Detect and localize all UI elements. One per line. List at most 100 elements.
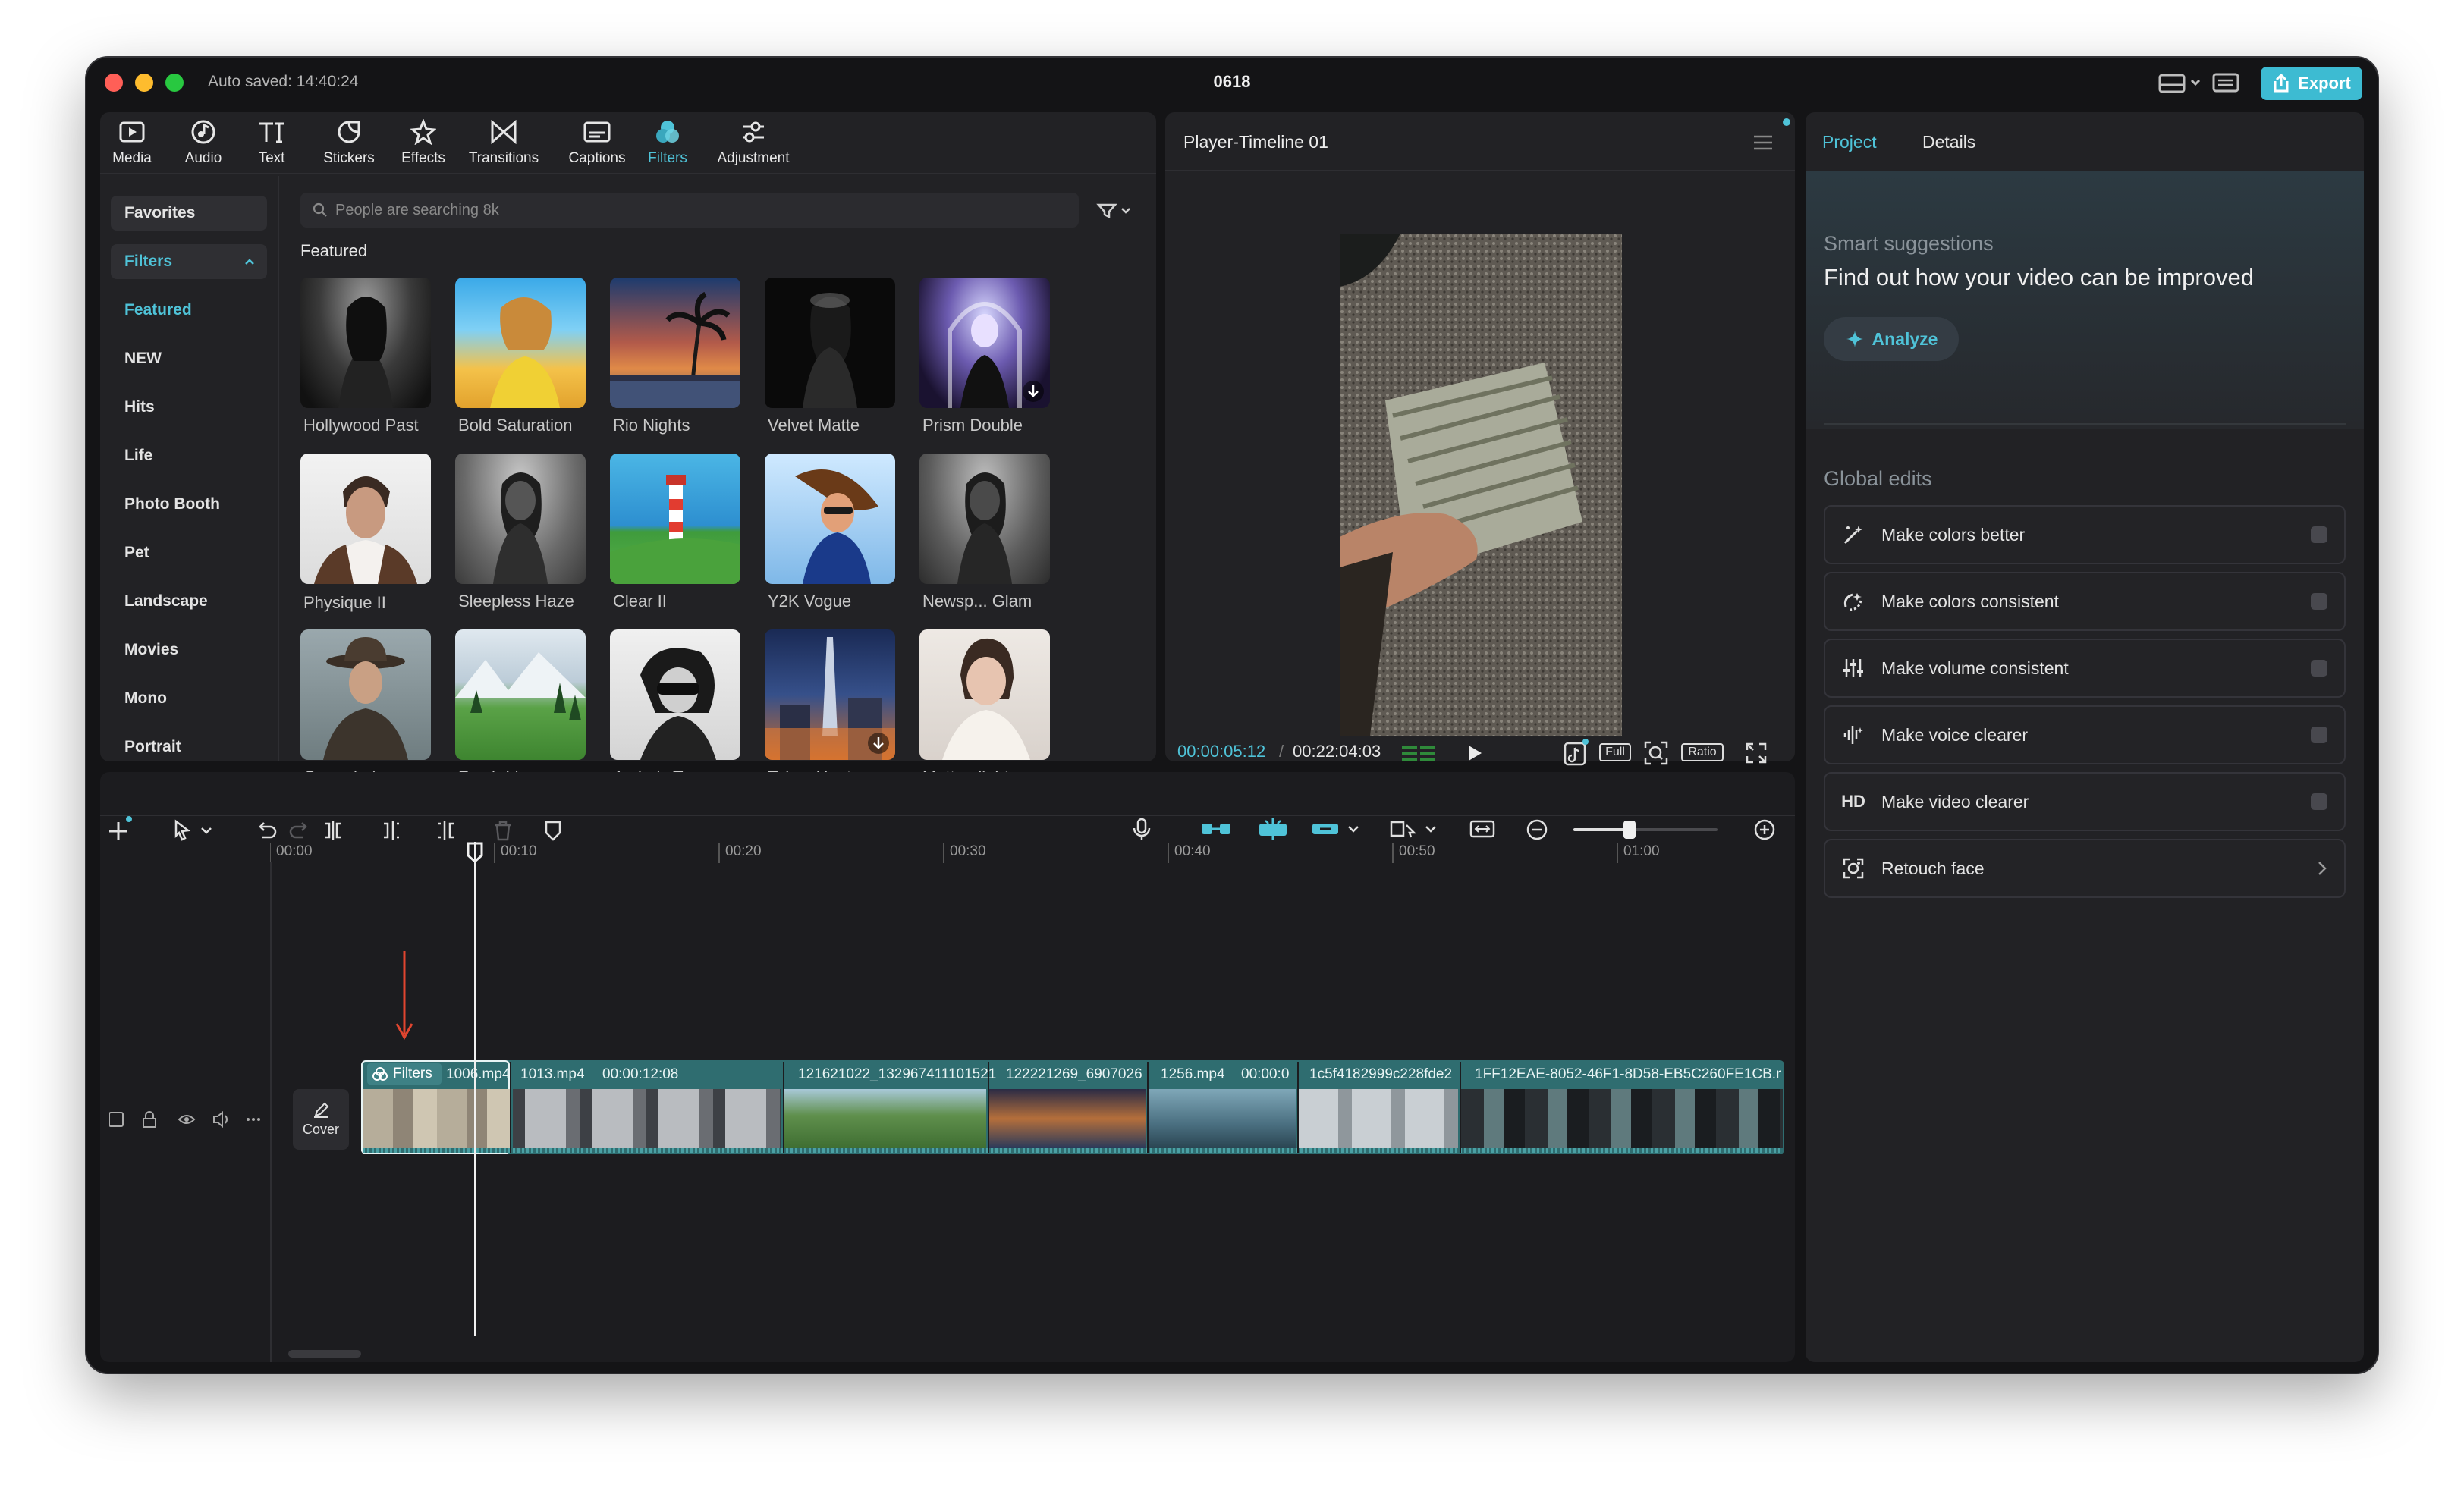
zoom-slider[interactable]	[1573, 821, 1718, 839]
ruler-tick: 00:40	[1174, 843, 1211, 859]
filter-thumb-oppenheimer[interactable]	[300, 629, 431, 760]
tool-filters[interactable]: Filters	[642, 112, 693, 173]
timeline-ruler[interactable]	[270, 837, 1790, 863]
smart-label: Smart suggestions	[1824, 232, 1994, 255]
edit-make-colors-consistent[interactable]: Make colors consistent	[1824, 572, 2346, 631]
clip-name: 121621022_132967411101521	[798, 1066, 997, 1082]
zoom-fit-button[interactable]	[1643, 740, 1669, 766]
tool-adjustment[interactable]: Adjustment	[712, 112, 795, 173]
clip-thumbnail	[784, 1089, 986, 1148]
layout-icon[interactable]	[2158, 70, 2203, 96]
title-bar: Auto saved: 14:40:24 0618 Export	[86, 58, 2378, 108]
edit-toggle[interactable]	[2311, 660, 2327, 677]
filter-thumb-rio-nights[interactable]	[610, 278, 740, 408]
filter-thumb-y2k-vogue[interactable]	[765, 454, 895, 584]
filter-thumb-hollywood-past[interactable]	[300, 278, 431, 408]
filter-thumb-archaic-terror[interactable]	[610, 629, 740, 760]
tab-details[interactable]: Details	[1922, 132, 1975, 152]
clip-duration: 00:00:0	[1241, 1066, 1290, 1082]
sidebar-item-mono[interactable]: Mono	[111, 681, 267, 716]
hd-icon: HD	[1841, 792, 1865, 811]
filter-search-input[interactable]: People are searching 8k	[300, 193, 1079, 228]
tool-stickers[interactable]: Stickers	[317, 112, 381, 173]
sidebar-item-new[interactable]: NEW	[111, 341, 267, 376]
select-tool-button[interactable]	[171, 819, 220, 842]
filter-label: Newsp... Glam	[922, 592, 1032, 611]
fullscreen-button[interactable]	[1745, 742, 1768, 764]
playhead-handle[interactable]	[467, 842, 483, 863]
filter-thumb-sleepless-haze[interactable]	[455, 454, 586, 584]
add-track-button[interactable]	[106, 816, 132, 842]
filter-thumb-velvet-matte[interactable]	[765, 278, 895, 408]
shortcuts-icon[interactable]	[2211, 71, 2241, 94]
audio-meter-icon	[1402, 743, 1435, 763]
edit-toggle[interactable]	[2311, 727, 2327, 743]
transitions-icon	[490, 118, 517, 146]
filter-thumb-clear-ii[interactable]	[610, 454, 740, 584]
filter-thumb-matte-lights[interactable]	[919, 629, 1050, 760]
chevron-up-icon	[245, 259, 254, 265]
cover-button[interactable]: Cover	[293, 1089, 349, 1150]
edit-make-colors-better[interactable]: Make colors better	[1824, 505, 2346, 564]
sidebar-item-landscape[interactable]: Landscape	[111, 584, 267, 619]
clip-name: 1006.mp4	[446, 1066, 508, 1082]
filter-label: Hollywood Past	[303, 416, 419, 435]
tool-media[interactable]: Media	[108, 112, 156, 173]
sidebar-item-hits[interactable]: Hits	[111, 390, 267, 425]
tool-captions[interactable]: Captions	[563, 112, 631, 173]
filter-label: Y2K Vogue	[768, 592, 852, 611]
sidebar-item-photo-booth[interactable]: Photo Booth	[111, 487, 267, 522]
sidebar-item-pet[interactable]: Pet	[111, 535, 267, 570]
edit-make-video-clearer[interactable]: HD Make video clearer	[1824, 772, 2346, 831]
magic-wand-icon	[1825, 523, 1881, 546]
sort-filter-button[interactable]	[1094, 194, 1139, 226]
filter-thumb-physique-ii[interactable]	[300, 454, 431, 584]
play-button[interactable]	[1463, 742, 1485, 764]
tiktok-icon	[1564, 739, 1589, 766]
sidebar-filters[interactable]: Filters	[111, 244, 267, 279]
edit-retouch-face[interactable]: Retouch face	[1824, 839, 2346, 898]
retouch-face-icon	[1825, 857, 1881, 880]
timeline-scrollbar[interactable]	[288, 1350, 361, 1358]
analyze-button[interactable]: Analyze	[1824, 317, 1959, 361]
filter-thumb-tokyo-heat[interactable]	[765, 629, 895, 760]
edit-toggle[interactable]	[2311, 793, 2327, 810]
filter-thumb-newspaper-glam[interactable]	[919, 454, 1050, 584]
edit-toggle[interactable]	[2311, 593, 2327, 610]
sidebar-favorites[interactable]: Favorites	[111, 196, 267, 231]
player-menu-icon[interactable]	[1752, 133, 1774, 152]
sidebar-item-movies[interactable]: Movies	[111, 633, 267, 667]
sidebar-item-featured[interactable]: Featured	[111, 293, 267, 328]
tab-project[interactable]: Project	[1822, 132, 1877, 152]
full-quality-button[interactable]: Full	[1599, 743, 1631, 761]
edit-make-volume-consistent[interactable]: Make volume consistent	[1824, 639, 2346, 698]
tiktok-preview-button[interactable]	[1563, 739, 1589, 766]
tool-transitions[interactable]: Transitions	[466, 112, 542, 173]
filters-tag[interactable]: Filters	[367, 1063, 442, 1085]
video-preview[interactable]	[1340, 234, 1622, 736]
playhead[interactable]	[474, 842, 476, 1336]
sort-icon	[1096, 203, 1130, 219]
sidebar-item-portrait[interactable]: Portrait	[111, 730, 267, 764]
lock-icon	[143, 1111, 156, 1128]
audio-icon	[190, 118, 216, 146]
tool-audio[interactable]: Audio	[179, 112, 228, 173]
edit-toggle[interactable]	[2311, 526, 2327, 543]
edit-make-voice-clearer[interactable]: Make voice clearer	[1824, 705, 2346, 764]
tool-text[interactable]: Text	[249, 112, 294, 173]
current-time: 00:00:05:12	[1177, 742, 1266, 761]
filter-thumb-bold-saturation[interactable]	[455, 278, 586, 408]
media-panel: Media Audio Text Stickers Effects Transi…	[100, 112, 1156, 784]
filter-thumb-prism-double[interactable]	[919, 278, 1050, 408]
export-button[interactable]: Export	[2261, 67, 2362, 100]
filter-thumb-fresh-lime[interactable]	[455, 629, 586, 760]
filters-icon	[655, 118, 680, 146]
clip-thumbnail	[1461, 1089, 1783, 1148]
tool-effects[interactable]: Effects	[391, 112, 455, 173]
media-toolbar: Media Audio Text Stickers Effects Transi…	[100, 112, 1156, 174]
sidebar-item-life[interactable]: Life	[111, 438, 267, 473]
zoom-slider-handle[interactable]	[1623, 821, 1636, 839]
ratio-button[interactable]: Ratio	[1681, 743, 1724, 761]
ruler-tick: 00:20	[725, 843, 762, 859]
filter-label: Prism Double	[922, 416, 1023, 435]
